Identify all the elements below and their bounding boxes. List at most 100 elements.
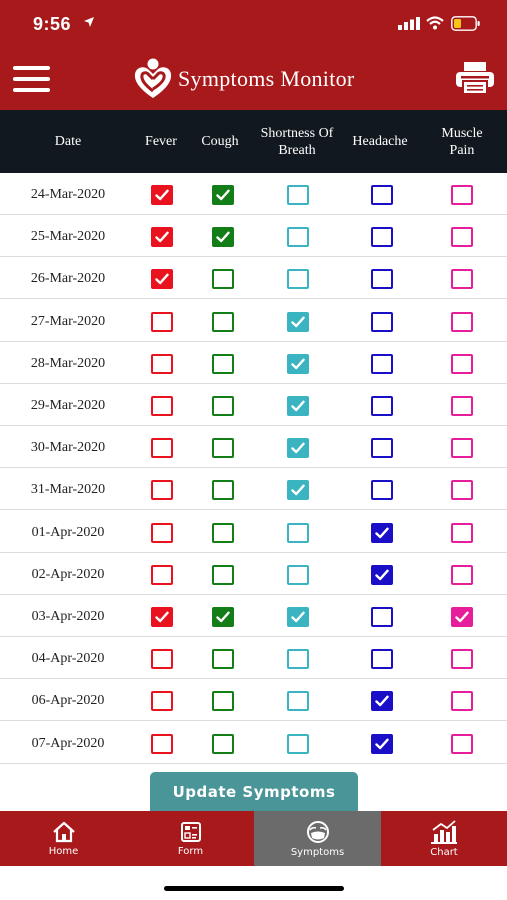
checkmark-icon [375,527,389,538]
cough-checkbox[interactable] [212,269,234,290]
muscle-checkbox[interactable] [451,649,473,670]
fever-checkbox[interactable] [151,691,173,712]
breath-checkbox[interactable] [287,691,309,712]
breath-checkbox[interactable] [287,607,309,627]
headache-checkbox[interactable] [371,396,393,416]
breath-checkbox[interactable] [287,438,309,459]
cough-checkbox[interactable] [212,353,234,374]
breath-checkbox[interactable] [287,227,309,248]
muscle-checkbox[interactable] [451,480,473,501]
app-header: 9:56 Symptoms Monitor [0,0,507,110]
headache-checkbox[interactable] [371,564,393,585]
cough-checkbox[interactable] [212,438,234,459]
home-indicator [164,886,344,891]
headache-checkbox[interactable] [371,649,393,670]
tab-form[interactable]: Form [127,811,254,866]
checkmark-icon [375,738,389,749]
status-time: 9:56 [33,14,72,34]
checkmark-icon [216,189,230,201]
headache-checkbox[interactable] [371,691,393,712]
cough-checkbox[interactable] [212,185,234,205]
table-row: 26-Mar-2020 [0,257,507,300]
cough-checkbox[interactable] [212,691,234,712]
cough-checkbox[interactable] [212,311,234,332]
cough-checkbox[interactable] [212,564,234,585]
fever-checkbox[interactable] [151,564,173,585]
breath-checkbox[interactable] [287,564,309,585]
printer-icon[interactable] [456,62,494,94]
checkmark-icon [455,611,469,623]
table-row: 03-Apr-2020 [0,595,507,637]
muscle-checkbox[interactable] [451,311,473,332]
muscle-checkbox[interactable] [451,522,473,543]
fever-checkbox[interactable] [151,185,173,205]
checkmark-icon [155,189,169,201]
fever-checkbox[interactable] [151,269,173,290]
heart-person-logo [134,58,172,98]
cough-checkbox[interactable] [212,649,234,670]
tab-symptoms[interactable]: Symptoms [254,811,381,866]
table-row: 28-Mar-2020 [0,342,507,384]
cough-checkbox[interactable] [212,227,234,248]
breath-checkbox[interactable] [287,353,309,374]
headache-checkbox[interactable] [371,227,393,248]
fever-checkbox[interactable] [151,353,173,374]
muscle-checkbox[interactable] [451,396,473,416]
breath-checkbox[interactable] [287,522,309,543]
hamburger-menu-button[interactable] [13,66,51,94]
headache-checkbox[interactable] [371,480,393,501]
muscle-checkbox[interactable] [451,185,473,205]
muscle-checkbox[interactable] [451,564,473,585]
wifi-icon [426,16,444,30]
muscle-checkbox[interactable] [451,607,473,627]
row-date: 30-Mar-2020 [30,440,106,456]
fever-checkbox[interactable] [151,522,173,543]
fever-checkbox[interactable] [151,396,173,416]
breath-checkbox[interactable] [287,185,309,205]
update-symptoms-button[interactable]: Update Symptoms [150,772,358,811]
tab-home[interactable]: Home [0,811,127,866]
fever-checkbox[interactable] [151,607,173,627]
fever-checkbox[interactable] [151,438,173,459]
fever-checkbox[interactable] [151,311,173,332]
breath-checkbox[interactable] [287,480,309,501]
headache-checkbox[interactable] [371,438,393,459]
cough-checkbox[interactable] [212,733,234,754]
table-row: 06-Apr-2020 [0,679,507,722]
table-row: 07-Apr-2020 [0,722,507,764]
breath-checkbox[interactable] [287,311,309,332]
location-arrow-icon [84,17,94,27]
checkmark-icon [155,611,169,623]
checkmark-icon [291,358,305,369]
cough-checkbox[interactable] [212,480,234,501]
bar-chart-icon [431,819,457,844]
cough-checkbox[interactable] [212,396,234,416]
breath-checkbox[interactable] [287,396,309,416]
headache-checkbox[interactable] [371,522,393,543]
muscle-checkbox[interactable] [451,691,473,712]
cough-checkbox[interactable] [212,522,234,543]
checkmark-icon [375,695,389,707]
muscle-checkbox[interactable] [451,438,473,459]
headache-checkbox[interactable] [371,353,393,374]
headache-checkbox[interactable] [371,185,393,205]
breath-checkbox[interactable] [287,733,309,754]
row-date: 04-Apr-2020 [31,651,105,667]
tab-chart[interactable]: Chart [381,811,507,866]
headache-checkbox[interactable] [371,311,393,332]
headache-checkbox[interactable] [371,269,393,290]
fever-checkbox[interactable] [151,733,173,754]
headache-checkbox[interactable] [371,607,393,627]
table-row: 02-Apr-2020 [0,553,507,595]
muscle-checkbox[interactable] [451,353,473,374]
muscle-checkbox[interactable] [451,269,473,290]
cough-checkbox[interactable] [212,607,234,627]
breath-checkbox[interactable] [287,649,309,670]
fever-checkbox[interactable] [151,480,173,501]
fever-checkbox[interactable] [151,227,173,248]
headache-checkbox[interactable] [371,733,393,754]
muscle-checkbox[interactable] [451,227,473,248]
breath-checkbox[interactable] [287,269,309,290]
muscle-checkbox[interactable] [451,733,473,754]
fever-checkbox[interactable] [151,649,173,670]
